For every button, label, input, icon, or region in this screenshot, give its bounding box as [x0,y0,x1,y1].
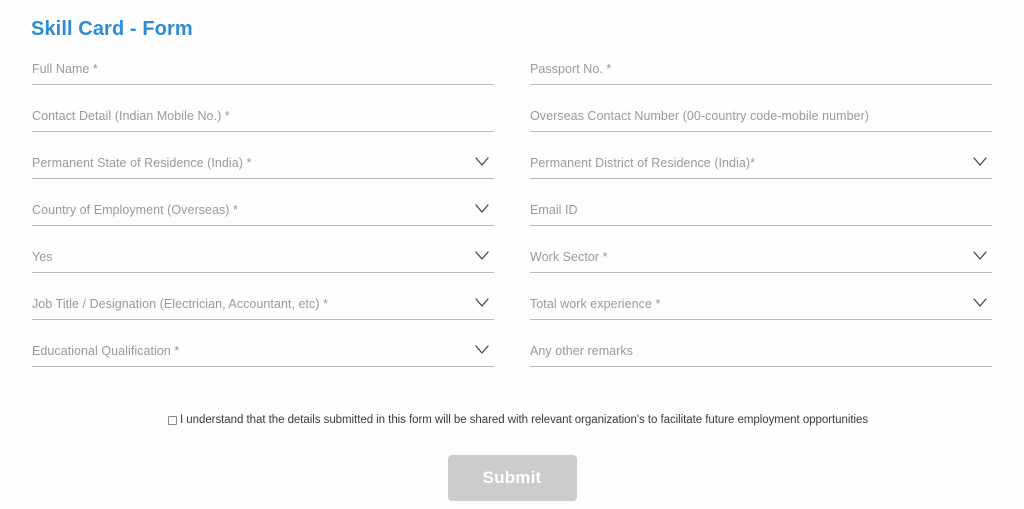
field-label: Work Sector * [530,250,608,264]
chevron-down-icon[interactable] [973,251,987,261]
select-field[interactable]: Country of Employment (Overseas) * [32,196,494,226]
select-field[interactable]: Work Sector * [530,243,992,273]
chevron-down-icon[interactable] [475,251,489,261]
field-label: Full Name * [32,62,98,76]
field-underline [32,366,494,367]
chevron-down-icon[interactable] [973,298,987,308]
text-field[interactable]: Passport No. * [530,55,992,85]
submit-button[interactable]: Submit [447,455,577,501]
select-field[interactable]: Total work experience * [530,290,992,320]
text-field[interactable]: Any other remarks [530,337,992,367]
field-label: Yes [32,250,53,264]
field-underline [32,178,494,179]
field-underline [530,272,992,273]
select-field[interactable]: Permanent State of Residence (India) * [32,149,494,179]
chevron-down-icon[interactable] [475,157,489,167]
field-underline [530,131,992,132]
field-label: Email ID [530,203,578,217]
field-underline [530,319,992,320]
chevron-down-icon[interactable] [475,345,489,355]
text-field[interactable]: Contact Detail (Indian Mobile No.) * [32,102,494,132]
field-underline [32,84,494,85]
field-label: Job Title / Designation (Electrician, Ac… [32,297,328,311]
field-underline [32,131,494,132]
consent-checkbox[interactable] [168,416,177,425]
select-field[interactable]: Educational Qualification * [32,337,494,367]
chevron-down-icon[interactable] [475,298,489,308]
field-underline [530,84,992,85]
select-field[interactable]: Yes [32,243,494,273]
field-underline [32,272,494,273]
page-title: Skill Card - Form [31,18,193,40]
chevron-down-icon[interactable] [973,157,987,167]
text-field[interactable]: Full Name * [32,55,494,85]
field-label: Any other remarks [530,344,633,358]
field-label: Passport No. * [530,62,612,76]
consent-row[interactable]: I understand that the details submitted … [168,413,868,427]
field-label: Contact Detail (Indian Mobile No.) * [32,109,230,123]
select-field[interactable]: Permanent District of Residence (India)* [530,149,992,179]
chevron-down-icon[interactable] [475,204,489,214]
text-field[interactable]: Overseas Contact Number (00-country code… [530,102,992,132]
submit-area: Submit [0,455,1024,501]
field-underline [530,178,992,179]
field-label: Overseas Contact Number (00-country code… [530,109,869,123]
field-label: Permanent State of Residence (India) * [32,156,252,170]
field-label: Educational Qualification * [32,344,180,358]
field-label: Permanent District of Residence (India)* [530,156,756,170]
field-underline [530,225,992,226]
field-underline [32,225,494,226]
consent-label: I understand that the details submitted … [180,414,869,426]
text-field[interactable]: Email ID [530,196,992,226]
field-label: Total work experience * [530,297,661,311]
field-label: Country of Employment (Overseas) * [32,203,238,217]
select-field[interactable]: Job Title / Designation (Electrician, Ac… [32,290,494,320]
field-underline [530,366,992,367]
field-underline [32,319,494,320]
skill-card-form-page: Skill Card - Form Full Name * Passport No… [0,0,1024,509]
